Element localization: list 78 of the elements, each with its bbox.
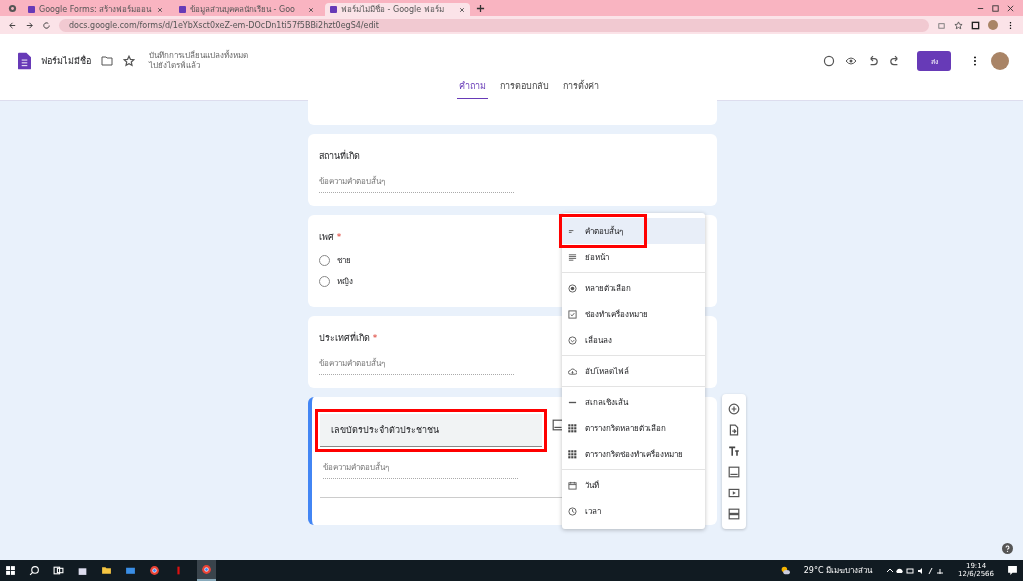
- star-icon[interactable]: [123, 55, 135, 67]
- save-status: บันทึกการเปลี่ยนแปลงทั้งหมด ไปยังไดรฟ์แล้ว: [149, 50, 248, 72]
- required-mark: *: [335, 232, 342, 242]
- new-tab-icon[interactable]: [476, 3, 485, 13]
- form-title[interactable]: ฟอร์มไม่มีชื่อ: [41, 54, 91, 68]
- folder-icon[interactable]: [101, 565, 112, 576]
- answer-field: ข้อความคำตอบสั้นๆ: [319, 351, 514, 375]
- profile-avatar[interactable]: [988, 20, 998, 30]
- date-icon: [568, 480, 577, 490]
- video-icon[interactable]: [728, 487, 740, 500]
- profile-avatar[interactable]: [991, 52, 1009, 70]
- nav-tab[interactable]: การตอบกลับ: [497, 77, 551, 100]
- answer-field: ข้อความคำตอบสั้นๆ: [319, 169, 514, 193]
- answer-field: ข้อความคำตอบสั้นๆ: [323, 455, 518, 479]
- task-view-icon[interactable]: [53, 565, 64, 576]
- radio-icon: [568, 283, 577, 293]
- address-bar[interactable]: docs.google.com/forms/d/1eYbXsct0xeZ-em-DOcDn1ti57f5BBi2hzt0egS4/edit: [59, 18, 929, 32]
- image-icon[interactable]: [552, 419, 564, 431]
- question-text: เพศ: [319, 232, 334, 242]
- tray-icons-drawing[interactable]: [885, 565, 946, 576]
- image-icon[interactable]: [728, 466, 740, 479]
- palette-icon[interactable]: [823, 55, 835, 67]
- close-icon[interactable]: [157, 6, 163, 13]
- search-icon[interactable]: [29, 565, 40, 576]
- question-text: ประเทศที่เกิด: [319, 333, 370, 343]
- required-mark: *: [371, 333, 378, 343]
- browser-tab[interactable]: Google Forms: สร้างฟอร์มออน: [23, 3, 168, 16]
- browser-logo-icon[interactable]: [8, 3, 17, 13]
- grid-icon: [568, 449, 577, 459]
- menu-item[interactable]: เลื่อนลง: [562, 327, 705, 353]
- close-icon[interactable]: [1006, 3, 1015, 13]
- menu-item[interactable]: อัปโหลดไฟล์: [562, 358, 705, 384]
- close-icon[interactable]: [459, 6, 465, 13]
- star-icon[interactable]: [954, 20, 963, 30]
- menu-item[interactable]: วันที่: [562, 472, 705, 498]
- notification-icon[interactable]: [1007, 565, 1018, 576]
- question-text: สถานที่เกิด: [319, 151, 360, 161]
- import-icon[interactable]: [728, 423, 740, 436]
- option-label: หญิง: [337, 276, 353, 288]
- chrome-icon[interactable]: [197, 560, 216, 581]
- weather-icon[interactable]: [779, 565, 791, 576]
- grid-icon: [568, 423, 577, 433]
- help-icon[interactable]: [1002, 543, 1013, 554]
- time-icon: [568, 506, 577, 516]
- mail-icon[interactable]: [125, 565, 136, 576]
- browser-tab[interactable]: ฟอร์มไม่มีชื่อ - Google ฟอร์ม: [325, 3, 470, 16]
- weather-text[interactable]: 29°C มีเมฆบางส่วน: [803, 564, 873, 577]
- forms-logo-icon[interactable]: [18, 52, 31, 70]
- title-icon[interactable]: [728, 444, 740, 457]
- sidebar-icon[interactable]: [971, 20, 980, 30]
- upload-icon: [568, 366, 577, 376]
- reload-icon[interactable]: [42, 20, 51, 30]
- store-icon[interactable]: [77, 565, 88, 576]
- menu-item[interactable]: ช่องทำเครื่องหมาย: [562, 301, 705, 327]
- menu-item[interactable]: เวลา: [562, 498, 705, 524]
- close-icon[interactable]: [308, 6, 314, 13]
- eye-icon[interactable]: [845, 55, 857, 67]
- checkbox-icon: [568, 309, 577, 319]
- dropdown-icon: [568, 335, 577, 345]
- option-label: ชาย: [337, 255, 351, 267]
- menu-item[interactable]: คำตอบสั้นๆ: [562, 218, 705, 244]
- share-icon[interactable]: [937, 20, 946, 30]
- section-icon[interactable]: [728, 508, 740, 521]
- paragraph-icon: [568, 252, 577, 262]
- windows-start-icon[interactable]: [5, 565, 16, 576]
- menu-item[interactable]: ย่อหน้า: [562, 244, 705, 270]
- menu-item[interactable]: ตารางกริดช่องทำเครื่องหมาย: [562, 441, 705, 467]
- restore-icon[interactable]: [991, 3, 1000, 13]
- question-title-field[interactable]: เลขบัตรประจำตัวประชาชน: [320, 414, 542, 447]
- forward-icon[interactable]: [25, 20, 34, 30]
- chrome-icon[interactable]: [149, 565, 160, 576]
- menu-item[interactable]: สเกลเชิงเส้น: [562, 389, 705, 415]
- add-icon[interactable]: [728, 402, 740, 415]
- menu-item[interactable]: หลายตัวเลือก: [562, 275, 705, 301]
- back-icon[interactable]: [8, 20, 17, 30]
- menu-item[interactable]: ตารางกริดหลายตัวเลือก: [562, 415, 705, 441]
- browser-tab[interactable]: ข้อมูลส่วนบุคคลนักเรียน - Goo: [174, 3, 319, 16]
- nav-tab[interactable]: การตั้งค่า: [560, 77, 601, 100]
